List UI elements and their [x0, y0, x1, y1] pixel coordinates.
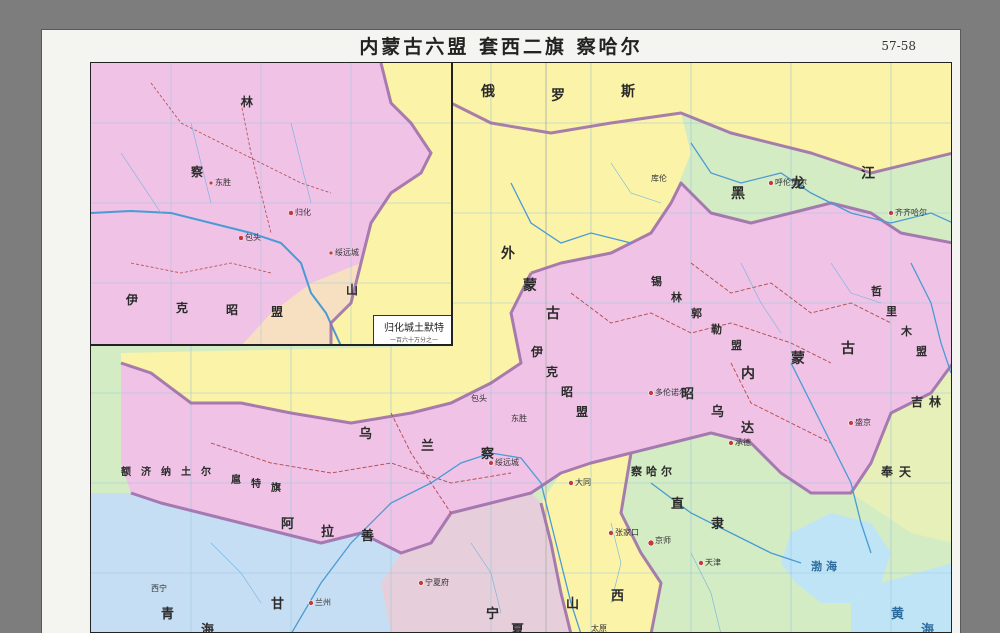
label-russia-2: 罗: [551, 88, 583, 104]
label-zhelimu-3: 木: [901, 325, 930, 338]
label-inner-mongolia-3: 古: [841, 341, 873, 357]
city-taiyuan: 太原: [591, 624, 607, 633]
label-heilongjiang-3: 江: [861, 166, 893, 182]
label-qinghai-1: 青: [161, 607, 193, 622]
city-dongsheng: 东胜: [511, 414, 527, 423]
label-yikezhao-2: 克: [546, 365, 577, 379]
label-zhili-1: 直: [671, 497, 703, 512]
label-ningxia-2: 夏: [511, 623, 543, 633]
label-wulanchabu-1: 乌: [359, 427, 391, 442]
label-fengtian: 奉天: [881, 465, 918, 479]
page-header: 内蒙古六盟 套西二旗 察哈尔 57-58: [42, 30, 960, 60]
page-number: 57-58: [881, 39, 916, 53]
city-tianjin: 天津: [705, 558, 721, 567]
label-xilin-1: 锡: [651, 275, 680, 288]
label-ejina-7: 特: [251, 479, 261, 490]
label-ejina-8: 旗: [271, 483, 281, 494]
city-suiyuan: 绥远城: [495, 458, 519, 467]
city-lanzhou: 兰州: [315, 598, 331, 607]
label-xilin-3: 郭: [691, 307, 720, 320]
city-shenyang: 盛京: [855, 418, 871, 427]
city-hulun: 呼伦贝尔: [775, 178, 807, 187]
label-zhelimu-4: 盟: [916, 345, 945, 358]
label-yellow-sea-2: 海: [921, 623, 952, 633]
label-shanxi-2: 西: [611, 589, 643, 604]
label-ejina-5: 尔: [201, 467, 211, 478]
label-inner-mongolia-1: 内: [741, 366, 773, 382]
inset-map[interactable]: 林 察 伊 克 昭 盟 山 归化 包头 绥远城 东胜 归化城土默特 一百六十万分…: [91, 63, 453, 346]
label-xilin-2: 林: [671, 291, 700, 304]
city-qiqihar: 齐齐哈尔: [895, 208, 927, 217]
label-alashan-1: 阿: [281, 517, 313, 532]
label-russia-3: 斯: [621, 84, 653, 100]
label-outer-mongolia-3: 古: [546, 306, 578, 322]
label-zhelimu-2: 里: [886, 305, 915, 318]
label-bohai: 渤海: [811, 560, 841, 573]
label-zhili-2: 隶: [711, 517, 743, 532]
label-ejina-4: 土: [181, 467, 191, 478]
label-yikezhao-1: 伊: [531, 345, 562, 359]
inset-label-yikezhao-4: 盟: [271, 305, 302, 319]
label-zhaowuda-2: 乌: [711, 405, 743, 420]
city-yinchuan: 宁夏府: [425, 578, 449, 587]
inset-city-baotou: 包头: [245, 233, 261, 242]
label-zhaowuda-3: 达: [741, 421, 773, 436]
label-heilongjiang-1: 黑: [731, 186, 763, 202]
label-ejina-2: 济: [141, 467, 151, 478]
city-chengde: 承德: [735, 438, 751, 447]
label-xilin-5: 盟: [731, 339, 760, 352]
city-xining: 西宁: [151, 584, 167, 593]
inset-label-shanxi: 山: [346, 283, 377, 297]
label-ejina-1: 额: [121, 467, 131, 478]
inset-title: 归化城土默特: [384, 323, 444, 334]
label-qinghai-2: 海: [201, 623, 233, 633]
label-ejina-3: 纳: [161, 467, 171, 478]
label-jilin: 吉林: [911, 395, 948, 409]
label-chahar: 察哈尔: [631, 465, 676, 478]
city-baotou: 包头: [471, 394, 487, 403]
page-title: 内蒙古六盟 套西二旗 察哈尔: [359, 35, 643, 58]
label-alashan-2: 拉: [321, 525, 353, 540]
city-dolon: 多伦诺尔: [655, 388, 687, 397]
inset-scale-note: 一百六十万分之一: [389, 337, 438, 344]
inset-label-yikezhao-3: 昭: [226, 303, 257, 317]
inset-label-yikezhao-1: 伊: [126, 293, 157, 307]
inset-title-box: 归化城土默特 一百六十万分之一: [373, 315, 451, 344]
label-zhelimu-1: 哲: [871, 285, 900, 298]
label-yikezhao-4: 盟: [576, 405, 607, 419]
label-ejina-6: 扈: [231, 475, 241, 486]
label-xilin-4: 勒: [711, 323, 740, 336]
label-yikezhao-3: 昭: [561, 385, 592, 399]
label-wulanchabu-2: 兰: [421, 439, 453, 454]
label-shanxi-1: 山: [566, 597, 598, 612]
label-gansu-1: 甘: [271, 597, 303, 612]
inset-city-dongsheng: 东胜: [215, 178, 231, 187]
inset-label-yikezhao-2: 克: [176, 301, 207, 315]
inset-label-xilin: 林: [241, 95, 272, 109]
label-inner-mongolia-2: 蒙: [791, 351, 823, 367]
city-zhangjiakou: 张家口: [615, 528, 639, 537]
label-outer-mongolia-2: 蒙: [523, 278, 555, 294]
city-datong: 大同: [575, 478, 591, 487]
map-frame[interactable]: 俄 罗 斯 外 蒙 古 黑 龙 江 内 蒙 古 昭 乌 达 乌 兰 察 阿 拉 …: [90, 62, 952, 633]
inset-city-guihua: 归化: [295, 208, 311, 217]
label-outer-mongolia-1: 外: [501, 246, 533, 262]
city-beijing: 京师: [655, 536, 671, 545]
label-russia-1: 俄: [481, 84, 513, 100]
label-alashan-3: 善: [361, 529, 393, 544]
city-kulun: 库伦: [651, 174, 667, 183]
label-yellow-sea-1: 黄: [891, 607, 923, 622]
atlas-page: 内蒙古六盟 套西二旗 察哈尔 57-58 俄 罗 斯 外 蒙 古 黑 龙 江 内…: [42, 30, 960, 633]
inset-city-suiyuan: 绥远城: [335, 248, 359, 257]
